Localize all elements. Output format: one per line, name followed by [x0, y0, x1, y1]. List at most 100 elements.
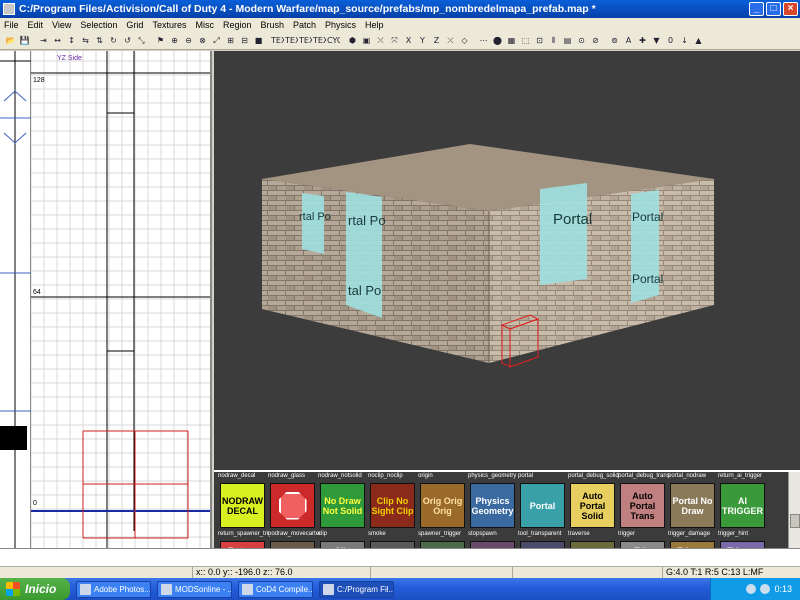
toolbar-button-icon[interactable]: ↺: [121, 34, 134, 47]
toolbar-button-icon[interactable]: ⊞: [224, 34, 237, 47]
maximize-button[interactable]: □: [766, 2, 781, 16]
toolbar-button-icon[interactable]: ⬚: [519, 34, 532, 47]
menu-file[interactable]: File: [0, 20, 24, 30]
toolbar-button-icon[interactable]: 0: [664, 34, 677, 47]
menu-help[interactable]: Help: [361, 20, 389, 30]
texture-name: traverse: [568, 531, 590, 537]
toolbar-button-icon[interactable]: X: [402, 34, 415, 47]
toolbar-button-icon[interactable]: ↓: [678, 34, 691, 47]
toolbar-button-icon[interactable]: ⇆: [79, 34, 92, 47]
toolbar-button-icon[interactable]: ⊙: [575, 34, 588, 47]
texture-name: nodraw_movecarter: [268, 531, 320, 537]
toolbar-button-icon[interactable]: ⊗: [196, 34, 209, 47]
toolbar-button-icon[interactable]: TEX: [313, 34, 326, 47]
camera-view[interactable]: Portal Portal Portal rtal Po rtal Po tal…: [214, 51, 800, 470]
texture-preview: Clip: [320, 541, 365, 548]
toolbar-button-icon[interactable]: ⫴: [547, 34, 560, 47]
console-output[interactable]: [0, 548, 800, 567]
speaker-icon[interactable]: [746, 584, 757, 594]
network-icon[interactable]: [760, 584, 771, 594]
menu-physics[interactable]: Physics: [321, 20, 361, 30]
main-toolbar: 📂 💾 ⇥ ↔ ↕ ⇆ ⇅ ↻ ↺ ⤡ ⚑ ⊕ ⊖ ⊗ ⤢ ⊞ ⊟ ■ TEX TEX TEX TEX CYC ⬢ ▣ ⤬ ⤧ X Y Z…: [0, 32, 800, 50]
toolbar-button-icon[interactable]: ↕: [65, 34, 78, 47]
toolbar-button-icon[interactable]: ↻: [107, 34, 120, 47]
toolbar-button-icon[interactable]: ⊘: [589, 34, 602, 47]
menu-view[interactable]: View: [48, 20, 76, 30]
task-photoshop[interactable]: Adobe Photos...: [76, 580, 151, 598]
scroll-thumb[interactable]: [790, 514, 800, 528]
yz-side-view[interactable]: YZ Side 128 64 64 0: [31, 51, 212, 548]
toolbar-button-icon[interactable]: ▼: [650, 34, 663, 47]
toolbar-button-icon[interactable]: ⊡: [533, 34, 546, 47]
toolbar-button-icon[interactable]: ⊕: [168, 34, 181, 47]
toolbar-button-icon[interactable]: TEX: [271, 34, 284, 47]
toolbar-button-icon[interactable]: TEX: [285, 34, 298, 47]
ruler-label-64b: 64: [33, 289, 41, 296]
texture-name: nodraw_notsolid: [318, 473, 362, 479]
texture-preview: Portal No Draw: [670, 483, 715, 528]
toolbar-button-icon[interactable]: ⚑: [154, 34, 167, 47]
menu-region[interactable]: Region: [219, 20, 257, 30]
toolbar-button-icon[interactable]: Z: [430, 34, 443, 47]
toolbar-button-icon[interactable]: ▲: [692, 34, 705, 47]
toolbar-button-icon[interactable]: ⤫: [444, 34, 457, 47]
texture-scrollbar[interactable]: [788, 472, 800, 548]
zoom-ruler[interactable]: [0, 51, 31, 548]
toolbar-button-icon[interactable]: 💾: [18, 34, 31, 47]
texture-browser[interactable]: nodraw_decal NODRAW DECAL nodraw_glass nodr…: [214, 470, 800, 548]
toolbar-button-icon[interactable]: CYC: [327, 34, 340, 47]
windows-flag-icon: [6, 582, 20, 596]
task-radiant[interactable]: C:/Program Fil...: [319, 580, 394, 598]
menu-grid[interactable]: Grid: [122, 20, 148, 30]
toolbar-button-icon[interactable]: ⤧: [388, 34, 401, 47]
toolbar-button-icon[interactable]: A: [622, 34, 635, 47]
menu-textures[interactable]: Textures: [148, 20, 191, 30]
texture-name: trigger_damage: [668, 531, 711, 537]
toolbar-button-icon[interactable]: ⋯: [477, 34, 490, 47]
toolbar-button-icon[interactable]: ⊟: [238, 34, 251, 47]
toolbar-button-icon[interactable]: ⇥: [37, 34, 50, 47]
menu-edit[interactable]: Edit: [24, 20, 49, 30]
texture-name: origin: [418, 473, 433, 479]
toolbar-button-icon[interactable]: ⤢: [210, 34, 223, 47]
minimize-button[interactable]: _: [749, 2, 764, 16]
toolbar-button-icon[interactable]: ⊖: [182, 34, 195, 47]
task-modsonline[interactable]: MODSonline - ...: [157, 580, 232, 598]
toolbar-button-icon[interactable]: ▣: [360, 34, 373, 47]
menu-selection[interactable]: Selection: [76, 20, 122, 30]
start-button[interactable]: Inicio: [0, 578, 70, 600]
toolbar-button-icon[interactable]: ✚: [636, 34, 649, 47]
toolbar-button-icon[interactable]: 📂: [4, 34, 17, 47]
texture-preview: Trigger: [670, 541, 715, 548]
toolbar-button-icon[interactable]: ▦: [505, 34, 518, 47]
toolbar-button-icon[interactable]: ⬢: [346, 34, 359, 47]
toolbar-separator: [149, 34, 153, 47]
toolbar-button-icon[interactable]: ◇: [458, 34, 471, 47]
portal-pane: [631, 190, 659, 303]
texture-name: trigger_hint: [718, 531, 749, 537]
texture-preview: [520, 541, 565, 548]
menu-patch[interactable]: Patch: [289, 20, 321, 30]
menu-misc[interactable]: Misc: [191, 20, 219, 30]
texture-preview: Clip No Sight Clip: [370, 483, 415, 528]
toolbar-button-icon[interactable]: ⬤: [491, 34, 504, 47]
close-button[interactable]: ×: [783, 2, 798, 16]
toolbar-button-icon[interactable]: TEX: [299, 34, 312, 47]
texture-name: clip: [318, 531, 328, 537]
toolbar-button-icon[interactable]: ■: [252, 34, 265, 47]
task-cod4-compile[interactable]: CoD4 Compile...: [238, 580, 313, 598]
toolbar-button-icon[interactable]: ⤡: [135, 34, 148, 47]
texture-preview: [270, 541, 315, 548]
ruler-graphic: [0, 51, 31, 548]
toolbar-button-icon[interactable]: ⤬: [374, 34, 387, 47]
toolbar-button-icon[interactable]: ⇅: [93, 34, 106, 47]
toolbar-button-icon[interactable]: ↔: [51, 34, 64, 47]
toolbar-button-icon[interactable]: ▤: [561, 34, 574, 47]
ruler-label-128: 128: [33, 77, 45, 84]
toolbar-button-icon[interactable]: ⊚: [608, 34, 621, 47]
menu-brush[interactable]: Brush: [256, 20, 289, 30]
texture-name: return_spawner_trigger: [218, 531, 270, 537]
texture-preview: AI TRIGGER: [720, 483, 765, 528]
portal-text: Portal: [632, 272, 663, 286]
toolbar-button-icon[interactable]: Y: [416, 34, 429, 47]
